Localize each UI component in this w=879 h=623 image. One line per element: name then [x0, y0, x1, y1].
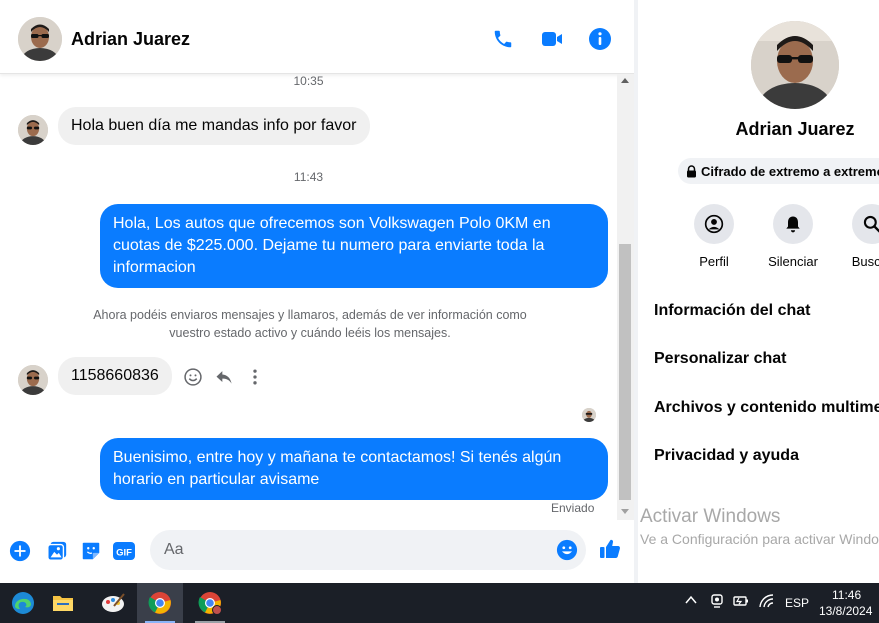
- message-line: Hola, Los autos que ofrecemos son Volksw…: [113, 215, 551, 232]
- phone-icon[interactable]: [490, 26, 516, 52]
- sticker-icon[interactable]: [79, 539, 103, 563]
- video-camera-icon[interactable]: [539, 26, 565, 52]
- outgoing-message[interactable]: Buenisimo, entre hoy y mañana te contact…: [100, 438, 608, 500]
- incoming-message[interactable]: 1158660836: [58, 357, 172, 395]
- seen-receipt-avatar: [582, 408, 596, 422]
- profile-action[interactable]: Perfil: [674, 204, 754, 269]
- thumbs-up-icon[interactable]: [598, 537, 622, 561]
- tray-chevron-icon[interactable]: [684, 593, 698, 607]
- plus-icon[interactable]: [8, 539, 32, 563]
- more-options-icon[interactable]: [244, 366, 266, 388]
- notice-line: Ahora podéis enviaros mensajes y llamaro…: [93, 308, 527, 322]
- scroll-down-arrow[interactable]: [621, 509, 629, 514]
- section-customize-chat[interactable]: Personalizar chat: [654, 350, 787, 368]
- message-composer: GIF: [0, 520, 634, 583]
- section-privacy-help[interactable]: Privacidad y ayuda: [654, 447, 799, 465]
- clock-date[interactable]: 13/8/2024: [819, 604, 872, 618]
- activate-windows-subtitle: Ve a Configuración para activar Windows.: [640, 531, 879, 547]
- message-timestamp: 10:35: [293, 74, 324, 88]
- message-scrollbar[interactable]: [617, 74, 634, 520]
- message-line: horario en particular avisame: [113, 471, 320, 488]
- messenger-window: Adrian Juarez 10:35 Hola buen día me man…: [0, 0, 879, 583]
- chrome-icon[interactable]: [137, 583, 183, 623]
- search-action[interactable]: Buscar: [832, 204, 879, 269]
- message-input-wrapper: [150, 530, 586, 570]
- contact-avatar-small[interactable]: [18, 365, 48, 395]
- profile-icon[interactable]: [694, 204, 734, 244]
- contact-avatar-large[interactable]: [751, 21, 839, 109]
- reply-icon[interactable]: [213, 366, 235, 388]
- info-icon[interactable]: [587, 26, 613, 52]
- message-line: Buenisimo, entre hoy y mañana te contact…: [113, 449, 562, 466]
- privacy-notice: Ahora podéis enviaros mensajes y llamaro…: [60, 306, 560, 342]
- mute-label: Silenciar: [768, 254, 818, 269]
- section-chat-info[interactable]: Información del chat: [654, 302, 810, 320]
- scroll-up-arrow[interactable]: [621, 78, 629, 83]
- message-timestamp: 11:43: [293, 170, 324, 184]
- gif-icon[interactable]: GIF: [112, 539, 136, 563]
- search-label: Buscar: [851, 254, 879, 269]
- image-icon[interactable]: [45, 539, 69, 563]
- message-line: cuotas de $225.000. Dejame tu numero par…: [113, 237, 545, 254]
- chrome-profile-icon[interactable]: [187, 583, 233, 623]
- emoji-icon[interactable]: [556, 539, 578, 561]
- message-line: informacion: [113, 259, 196, 276]
- chat-panel: Adrian Juarez 10:35 Hola buen día me man…: [0, 0, 634, 583]
- contact-avatar[interactable]: [18, 17, 62, 61]
- notice-line: vuestro estado activo y cuándo leéis los…: [169, 326, 451, 340]
- contact-info-panel: Adrian Juarez Cifrado de extremo a extre…: [638, 0, 879, 583]
- clock-time[interactable]: 11:46: [832, 588, 861, 602]
- encryption-label: Cifrado de extremo a extremo: [701, 163, 879, 179]
- contact-avatar-small[interactable]: [18, 115, 48, 145]
- mute-action[interactable]: Silenciar: [753, 204, 833, 269]
- message-status: Enviado: [551, 501, 595, 515]
- message-input[interactable]: [150, 530, 530, 570]
- incoming-message[interactable]: Hola buen día me mandas info por favor: [58, 107, 370, 145]
- scroll-thumb[interactable]: [619, 244, 631, 500]
- search-icon[interactable]: [852, 204, 879, 244]
- section-media-files[interactable]: Archivos y contenido multimedia: [654, 399, 879, 417]
- battery-icon[interactable]: [732, 593, 750, 609]
- paint-icon[interactable]: [90, 583, 136, 623]
- language-indicator[interactable]: ESP: [785, 596, 809, 610]
- windows-taskbar: ESP 11:46 13/8/2024: [0, 583, 879, 623]
- gif-label: GIF: [116, 548, 132, 559]
- wifi-icon[interactable]: [758, 593, 776, 609]
- activate-windows-title: Activar Windows: [640, 506, 781, 527]
- react-emoji-icon[interactable]: [182, 366, 204, 388]
- chat-header: Adrian Juarez: [0, 0, 634, 74]
- encryption-badge[interactable]: Cifrado de extremo a extremo: [678, 158, 879, 184]
- file-explorer-icon[interactable]: [40, 583, 86, 623]
- message-list[interactable]: 10:35 Hola buen día me mandas info por f…: [0, 74, 634, 520]
- outgoing-message[interactable]: Hola, Los autos que ofrecemos son Volksw…: [100, 204, 608, 288]
- contact-name[interactable]: Adrian Juarez: [71, 29, 190, 50]
- meet-now-icon[interactable]: [709, 593, 725, 609]
- info-contact-name: Adrian Juarez: [735, 119, 855, 139]
- lock-icon: [686, 164, 697, 178]
- profile-label: Perfil: [699, 254, 729, 269]
- bell-icon[interactable]: [773, 204, 813, 244]
